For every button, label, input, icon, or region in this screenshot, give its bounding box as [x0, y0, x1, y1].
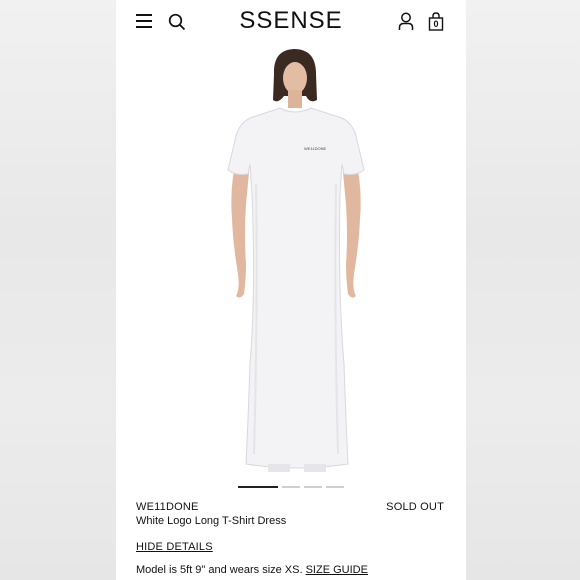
left-backdrop — [0, 0, 116, 580]
brand-name[interactable]: WE11DONE — [136, 501, 199, 513]
shopping-bag-icon[interactable] — [428, 12, 444, 31]
model-info-text: Model is 5ft 9" and wears size XS. — [136, 564, 306, 576]
pagination-dot[interactable] — [282, 486, 300, 488]
pagination-dot[interactable] — [304, 486, 322, 488]
pagination-dot[interactable] — [326, 486, 344, 488]
product-name: White Logo Long T-Shirt Dress — [136, 515, 287, 527]
status-label: SOLD OUT — [386, 501, 444, 513]
product-page: SSENSE 0 WE11DONE WE11DONE White Logo Lo — [116, 0, 466, 580]
shirt-print-text: WE11DONE — [304, 146, 326, 151]
product-image[interactable]: WE11DONE — [196, 44, 396, 472]
hide-details-link[interactable]: HIDE DETAILS — [136, 541, 213, 553]
model-info: Model is 5ft 9" and wears size XS. SIZE … — [136, 564, 368, 576]
pagination-dot[interactable] — [238, 486, 278, 488]
menu-icon[interactable] — [136, 13, 152, 29]
search-icon[interactable] — [168, 13, 186, 31]
header: SSENSE 0 — [116, 0, 466, 44]
account-icon[interactable] — [398, 12, 414, 31]
size-guide-link[interactable]: SIZE GUIDE — [306, 564, 368, 576]
right-backdrop — [466, 0, 580, 580]
